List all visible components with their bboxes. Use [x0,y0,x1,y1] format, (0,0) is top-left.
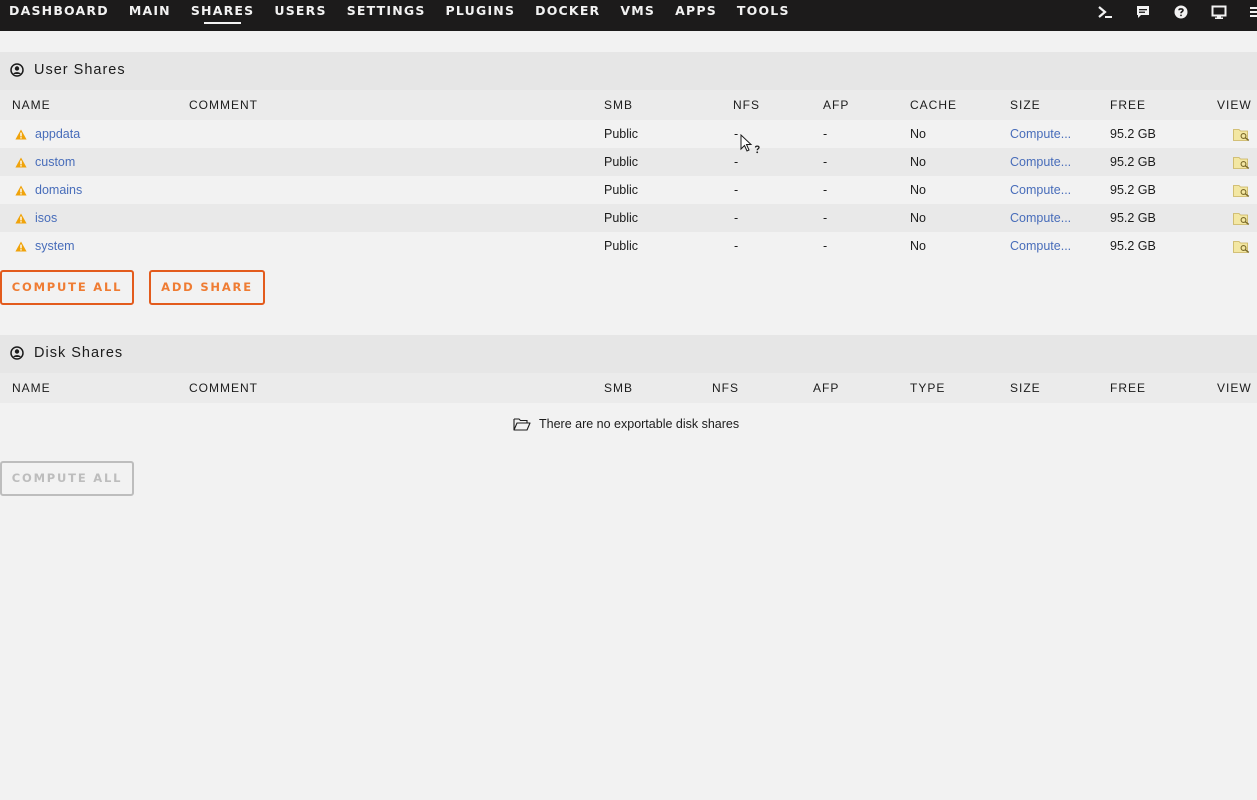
column-smb[interactable]: SMB [604,373,633,403]
nav-shares[interactable]: SHARES [191,0,255,31]
free-value: 95.2 GB [1110,127,1156,141]
nav-users[interactable]: USERS [274,0,326,31]
share-name-link[interactable]: custom [35,148,75,176]
feedback-icon[interactable] [1135,4,1151,20]
column-comment[interactable]: COMMENT [189,90,258,120]
column-name[interactable]: NAME [12,90,51,120]
folder-browse-icon[interactable] [1233,184,1250,197]
table-row: system Public - - No Compute... 95.2 GB [0,232,1257,260]
disk-user-icon [10,346,24,360]
share-name-link[interactable]: domains [35,176,82,204]
user-shares-title: User Shares [34,62,126,78]
afp-value: - [823,239,828,253]
table-row: custom Public - - No Compute... 95.2 GB [0,148,1257,176]
cache-value: No [910,127,926,141]
column-free[interactable]: FREE [1110,90,1146,120]
top-navigation: DASHBOARD MAIN SHARES USERS SETTINGS PLU… [0,0,1257,31]
table-row: appdata Public - - No Compute... 95.2 GB [0,120,1257,148]
warning-icon [15,184,27,196]
folder-browse-icon[interactable] [1233,156,1250,169]
afp-value: - [823,155,828,169]
nav-main[interactable]: MAIN [129,0,171,31]
free-value: 95.2 GB [1110,183,1156,197]
disk-shares-header: Disk Shares [0,335,1257,373]
user-shares-header: User Shares [0,52,1257,90]
table-row: domains Public - - No Compute... 95.2 GB [0,176,1257,204]
smb-value: Public [604,127,639,141]
afp-value: - [823,211,828,225]
user-icon [10,63,24,77]
share-name-link[interactable]: system [35,232,75,260]
column-nfs[interactable]: NFS [733,90,760,120]
free-value: 95.2 GB [1110,239,1156,253]
share-name-link[interactable]: isos [35,204,57,232]
compute-size-link[interactable]: Compute... [1010,204,1071,232]
folder-browse-icon[interactable] [1233,212,1250,225]
compute-size-link[interactable]: Compute... [1010,120,1071,148]
nav-docker[interactable]: DOCKER [535,0,600,31]
disk-shares-table-header: NAME COMMENT SMB NFS AFP TYPE SIZE FREE … [0,373,1257,403]
nfs-value: - [734,239,739,253]
compute-size-link[interactable]: Compute... [1010,176,1071,204]
nfs-value: - [734,127,739,141]
column-size[interactable]: SIZE [1010,373,1041,403]
compute-size-link[interactable]: Compute... [1010,232,1071,260]
smb-value: Public [604,155,639,169]
cache-value: No [910,183,926,197]
smb-value: Public [604,239,639,253]
compute-all-button[interactable]: COMPUTE ALL [0,270,134,305]
share-name-link[interactable]: appdata [35,120,80,148]
log-icon[interactable] [1248,4,1257,20]
disk-shares-title: Disk Shares [34,345,124,361]
column-afp[interactable]: AFP [813,373,839,403]
warning-icon [15,156,27,168]
free-value: 95.2 GB [1110,211,1156,225]
column-comment[interactable]: COMMENT [189,373,258,403]
afp-value: - [823,183,828,197]
table-row: isos Public - - No Compute... 95.2 GB [0,204,1257,232]
nav-apps[interactable]: APPS [675,0,717,31]
nav-vms[interactable]: VMS [620,0,655,31]
smb-value: Public [604,211,639,225]
terminal-icon[interactable] [1097,4,1113,20]
monitor-icon[interactable] [1211,4,1227,20]
column-view[interactable]: VIEW [1217,90,1252,120]
column-nfs[interactable]: NFS [712,373,739,403]
free-value: 95.2 GB [1110,155,1156,169]
nav-plugins[interactable]: PLUGINS [446,0,516,31]
nfs-value: - [734,155,739,169]
column-afp[interactable]: AFP [823,90,849,120]
cache-value: No [910,211,926,225]
nav-dashboard[interactable]: DASHBOARD [9,0,109,31]
nfs-value: - [734,183,739,197]
warning-icon [15,212,27,224]
cache-value: No [910,239,926,253]
column-view[interactable]: VIEW [1217,373,1252,403]
nav-tools[interactable]: TOOLS [737,0,790,31]
mouse-cursor-icon [740,134,760,154]
disk-compute-all-button[interactable]: COMPUTE ALL [0,461,134,496]
add-share-button[interactable]: ADD SHARE [149,270,265,305]
column-cache[interactable]: CACHE [910,90,957,120]
nav-settings[interactable]: SETTINGS [347,0,426,31]
help-icon[interactable] [1173,4,1189,20]
column-size[interactable]: SIZE [1010,90,1041,120]
smb-value: Public [604,183,639,197]
afp-value: - [823,127,828,141]
column-name[interactable]: NAME [12,373,51,403]
column-free[interactable]: FREE [1110,373,1146,403]
compute-size-link[interactable]: Compute... [1010,148,1071,176]
warning-icon [15,128,27,140]
empty-message: There are no exportable disk shares [539,417,740,431]
open-folder-icon [513,418,531,431]
folder-browse-icon[interactable] [1233,240,1250,253]
column-smb[interactable]: SMB [604,90,633,120]
cache-value: No [910,155,926,169]
folder-browse-icon[interactable] [1233,128,1250,141]
nfs-value: - [734,211,739,225]
column-type[interactable]: TYPE [910,373,945,403]
nav-menu: DASHBOARD MAIN SHARES USERS SETTINGS PLU… [9,0,810,31]
user-shares-table-header: NAME COMMENT SMB NFS AFP CACHE SIZE FREE… [0,90,1257,120]
warning-icon [15,240,27,252]
